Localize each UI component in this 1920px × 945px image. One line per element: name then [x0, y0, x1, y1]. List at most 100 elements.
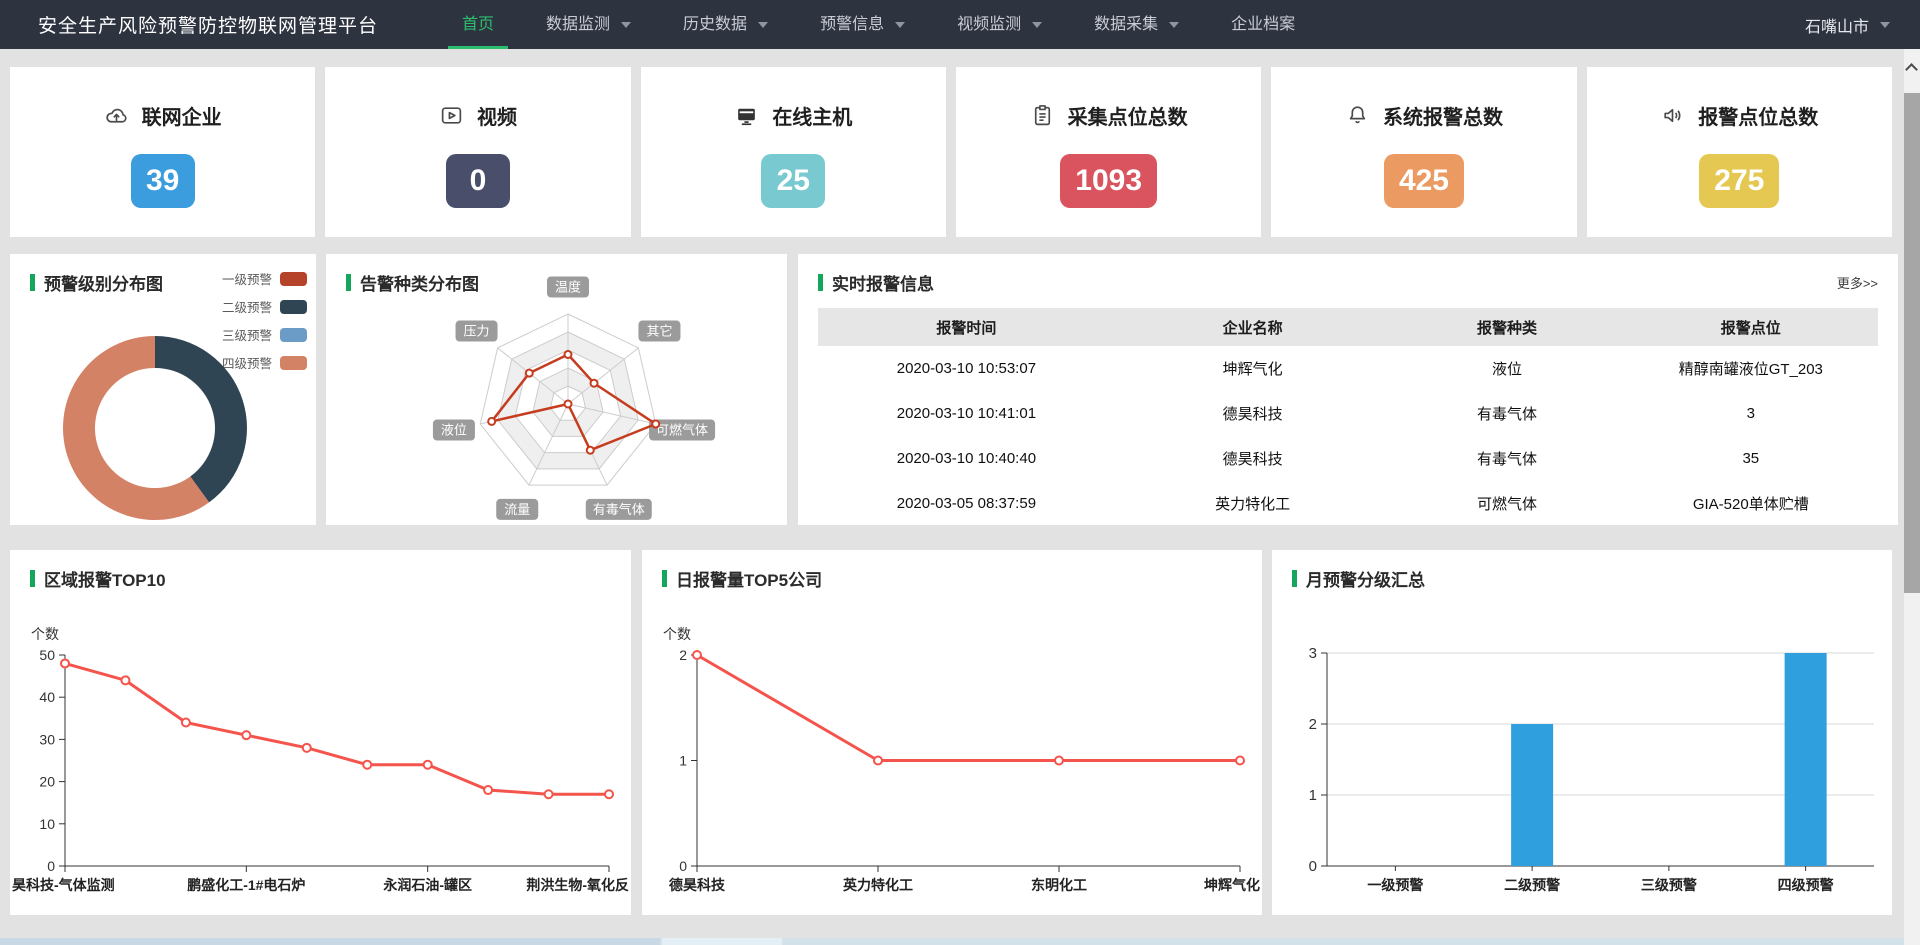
app-title: 安全生产风险预警防控物联网管理平台 — [38, 11, 378, 38]
region-alarm-top10-chart: 01020304050个数昊科技-气体监测鹏盛化工-1#电石炉永润石油-罐区荆洪… — [10, 591, 631, 908]
panel-title-marker — [1292, 570, 1297, 587]
stat-value-badge: 275 — [1699, 154, 1779, 208]
next-section-partial — [0, 938, 1904, 945]
stat-value-badge: 39 — [131, 154, 195, 208]
panel-warning-level-donut: 预警级别分布图 一级预警 二级预警 三级预警 四级预警 — [10, 254, 316, 525]
svg-text:有毒气体: 有毒气体 — [593, 502, 645, 517]
panel-realtime-alarms: 实时报警信息 更多>> 报警时间 企业名称 报警种类 报警点位 2020-03-… — [798, 254, 1898, 525]
nav-item-home[interactable]: 首页 — [436, 0, 520, 49]
svg-text:3: 3 — [1309, 645, 1317, 662]
chevron-down-icon — [758, 22, 768, 28]
panel-title: 告警种类分布图 — [360, 270, 479, 295]
stat-label: 在线主机 — [772, 101, 852, 130]
stat-label: 视频 — [477, 101, 517, 130]
panel-title: 日报警量TOP5公司 — [676, 566, 822, 591]
svg-text:2: 2 — [1309, 716, 1317, 733]
svg-text:压力: 压力 — [464, 324, 490, 339]
stat-card-video: 视频 0 — [325, 67, 630, 237]
col-header-point: 报警点位 — [1624, 308, 1878, 346]
alarm-cell: 35 — [1624, 436, 1878, 481]
svg-text:液位: 液位 — [441, 423, 467, 438]
table-row[interactable]: 2020-03-10 10:53:07坤辉气化液位精醇南罐液位GT_203 — [818, 346, 1878, 391]
table-header-row: 报警时间 企业名称 报警种类 报警点位 — [818, 308, 1878, 346]
svg-text:40: 40 — [39, 689, 55, 705]
svg-text:1: 1 — [679, 753, 687, 769]
svg-text:坤辉气化: 坤辉气化 — [1204, 877, 1260, 893]
svg-text:四级预警: 四级预警 — [1778, 877, 1834, 893]
svg-text:二级预警: 二级预警 — [1504, 877, 1560, 893]
monitor-icon — [734, 103, 759, 128]
alarm-cell: 坤辉气化 — [1115, 346, 1391, 391]
col-header-type: 报警种类 — [1390, 308, 1623, 346]
panel-title-marker — [346, 274, 351, 291]
vertical-scrollbar[interactable] — [1904, 49, 1920, 945]
alarm-cell: 3 — [1624, 391, 1878, 436]
stat-value-badge: 425 — [1384, 154, 1464, 208]
region-selector[interactable]: 石嘴山市 — [1805, 13, 1890, 37]
svg-text:东明化工: 东明化工 — [1031, 877, 1087, 893]
panel-title: 预警级别分布图 — [44, 270, 163, 295]
alarm-table: 报警时间 企业名称 报警种类 报警点位 2020-03-10 10:53:07坤… — [818, 308, 1878, 525]
svg-text:一级预警: 一级预警 — [1367, 877, 1423, 893]
svg-text:20: 20 — [39, 774, 55, 790]
svg-text:30: 30 — [39, 731, 55, 747]
col-header-time: 报警时间 — [818, 308, 1115, 346]
table-row[interactable]: 2020-03-10 10:41:01德昊科技有毒气体3 — [818, 391, 1878, 436]
stat-card-alarm-points: 报警点位总数 275 — [1587, 67, 1892, 237]
nav-item-video-monitor[interactable]: 视频监测 — [931, 0, 1068, 49]
svg-text:昊科技-气体监测: 昊科技-气体监测 — [12, 877, 115, 893]
stat-value-badge: 1093 — [1060, 154, 1157, 208]
svg-text:荆洪生物-氧化反: 荆洪生物-氧化反 — [526, 877, 629, 893]
svg-text:0: 0 — [1309, 858, 1317, 875]
alarm-cell: 2020-03-10 10:53:07 — [818, 346, 1115, 391]
svg-text:50: 50 — [39, 647, 55, 663]
svg-text:三级预警: 三级预警 — [1641, 877, 1697, 893]
nav-item-data-collect[interactable]: 数据采集 — [1068, 0, 1205, 49]
alarm-cell: GIA-520单体贮槽 — [1624, 481, 1878, 525]
nav-item-enterprise-files[interactable]: 企业档案 — [1205, 0, 1321, 49]
stat-value-badge: 0 — [446, 154, 510, 208]
warning-level-donut-chart — [10, 300, 316, 525]
nav-item-warning-info[interactable]: 预警信息 — [794, 0, 931, 49]
alarm-cell: 有毒气体 — [1390, 391, 1623, 436]
alarm-cell: 德昊科技 — [1115, 391, 1391, 436]
panel-title-marker — [818, 274, 823, 291]
panel-title: 区域报警TOP10 — [44, 566, 166, 591]
svg-text:鹏盛化工-1#电石炉: 鹏盛化工-1#电石炉 — [187, 877, 305, 893]
panel-daily-alarm-top5: 日报警量TOP5公司 012个数德昊科技英力特化工东明化工坤辉气化 — [642, 550, 1262, 915]
video-icon — [439, 103, 464, 128]
nav-item-data-monitor[interactable]: 数据监测 — [520, 0, 657, 49]
scrollbar-thumb[interactable] — [1904, 93, 1920, 593]
scroll-up-arrow-icon[interactable] — [1905, 63, 1918, 76]
alarm-cell: 2020-03-05 08:37:59 — [818, 481, 1115, 525]
stat-label: 报警点位总数 — [1698, 101, 1818, 130]
panel-monthly-warning-levels: 月预警分级汇总 0123一级预警二级预警三级预警四级预警 — [1272, 550, 1892, 915]
clipboard-icon — [1030, 103, 1055, 128]
panel-title-marker — [30, 274, 35, 291]
alarm-cell: 液位 — [1390, 346, 1623, 391]
table-row[interactable]: 2020-03-10 10:40:40德昊科技有毒气体35 — [818, 436, 1878, 481]
alarm-cell: 精醇南罐液位GT_203 — [1624, 346, 1878, 391]
svg-text:可燃气体: 可燃气体 — [656, 423, 708, 438]
table-row[interactable]: 2020-03-05 08:37:59英力特化工可燃气体GIA-520单体贮槽 — [818, 481, 1878, 525]
bell-icon — [1345, 103, 1370, 128]
chevron-down-icon — [1880, 22, 1890, 28]
stat-value-badge: 25 — [761, 154, 825, 208]
alarm-cell: 2020-03-10 10:40:40 — [818, 436, 1115, 481]
speaker-icon — [1660, 103, 1685, 128]
more-link[interactable]: 更多>> — [1837, 273, 1878, 292]
svg-text:德昊科技: 德昊科技 — [669, 877, 726, 893]
chevron-down-icon — [1169, 22, 1179, 28]
stat-card-collection-points: 采集点位总数 1093 — [956, 67, 1261, 237]
panel-title-marker — [30, 570, 35, 587]
svg-text:10: 10 — [39, 816, 55, 832]
nav-item-history-data[interactable]: 历史数据 — [657, 0, 794, 49]
stat-label: 采集点位总数 — [1068, 101, 1188, 130]
chevron-down-icon — [1032, 22, 1042, 28]
stat-label: 联网企业 — [142, 101, 222, 130]
svg-text:0: 0 — [679, 858, 687, 874]
stat-card-system-alarms: 系统报警总数 425 — [1271, 67, 1576, 237]
col-header-company: 企业名称 — [1115, 308, 1391, 346]
svg-text:其它: 其它 — [646, 324, 672, 339]
legend-item[interactable]: 一级预警 — [222, 269, 307, 288]
